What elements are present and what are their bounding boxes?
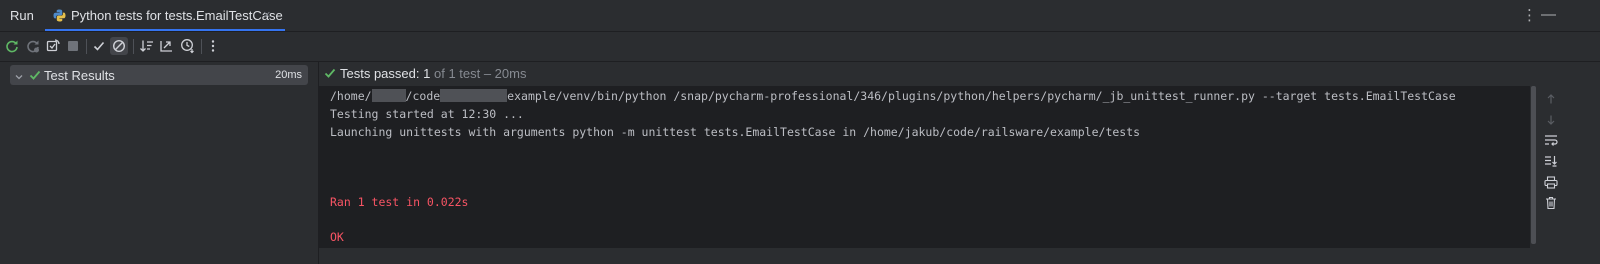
test-results-tree: Test Results 20ms xyxy=(0,62,319,264)
redacted-block xyxy=(371,89,406,102)
toolbar-separator xyxy=(133,39,134,54)
scroll-to-end-icon[interactable] xyxy=(1543,153,1559,169)
tab-selected-indicator xyxy=(45,29,285,31)
tree-item-duration: 20ms xyxy=(275,69,302,81)
tree-item-test-results[interactable]: Test Results 20ms xyxy=(10,65,308,85)
console-line-ok: OK xyxy=(330,230,344,244)
console-line-result: Ran 1 test in 0.022s xyxy=(330,195,469,209)
console-scrollbar[interactable] xyxy=(1531,86,1536,244)
stop-icon[interactable] xyxy=(64,37,82,55)
console-text: /code xyxy=(405,89,441,103)
test-passed-check-icon xyxy=(29,69,41,84)
toolbar-separator xyxy=(86,39,87,54)
console-side-toolbar xyxy=(1537,86,1565,256)
tests-passed-count: 1 xyxy=(423,66,431,81)
console-line: Testing started at 12:30 ... xyxy=(330,107,524,121)
rerun-failed-icon[interactable] xyxy=(24,37,42,55)
scroll-down-icon[interactable] xyxy=(1543,112,1559,128)
toggle-auto-test-icon[interactable] xyxy=(44,37,62,55)
show-ignored-icon[interactable] xyxy=(110,37,128,55)
tab-python-tests[interactable]: Python tests for tests.EmailTestCase × xyxy=(45,0,285,31)
redacted-block xyxy=(440,89,508,102)
test-history-icon[interactable] xyxy=(179,37,197,55)
console-line-command: /home/ /code example/venv/bin/python /snap… xyxy=(330,89,1456,103)
sort-by-duration-icon[interactable] xyxy=(158,37,176,55)
console-text: /home/ xyxy=(330,89,372,103)
console-text: example/venv/bin/python /snap/pycharm-pr… xyxy=(507,89,1456,103)
tests-passed-suffix: of 1 test – 20ms xyxy=(433,66,527,81)
show-passed-icon[interactable] xyxy=(90,37,108,55)
tests-passed-prefix: Tests passed: xyxy=(340,66,420,81)
rerun-icon[interactable] xyxy=(3,37,21,55)
console-bottom-edge xyxy=(319,248,1600,264)
console-output[interactable]: /home/ /code example/venv/bin/python /snap… xyxy=(319,86,1532,248)
close-tab-icon[interactable]: × xyxy=(263,7,271,22)
scroll-up-icon[interactable] xyxy=(1543,91,1559,107)
console-line: Launching unittests with arguments pytho… xyxy=(330,125,1141,139)
tool-window-header: Run Python tests for tests.EmailTestCase… xyxy=(0,0,1600,32)
tests-passed-summary: Tests passed: 1 of 1 test – 20ms xyxy=(340,66,526,81)
more-icon[interactable]: ⋮ xyxy=(1522,6,1537,24)
clear-all-icon[interactable] xyxy=(1543,195,1559,211)
more-options-icon[interactable] xyxy=(204,37,222,55)
toolbar-separator xyxy=(201,39,202,54)
print-icon[interactable] xyxy=(1543,174,1559,190)
python-test-icon xyxy=(53,9,66,22)
minimize-icon[interactable]: — xyxy=(1541,6,1556,23)
tree-item-label: Test Results xyxy=(44,68,115,83)
tab-label: Python tests for tests.EmailTestCase xyxy=(71,8,283,23)
sort-alphabetically-icon[interactable] xyxy=(138,37,156,55)
soft-wrap-icon[interactable] xyxy=(1543,132,1559,148)
run-tool-window-title: Run xyxy=(10,8,34,23)
tests-passed-check-icon xyxy=(324,67,336,82)
test-status-bar: Tests passed: 1 of 1 test – 20ms xyxy=(322,62,1600,86)
test-runner-toolbar xyxy=(0,32,1600,62)
chevron-down-icon[interactable] xyxy=(14,70,24,85)
